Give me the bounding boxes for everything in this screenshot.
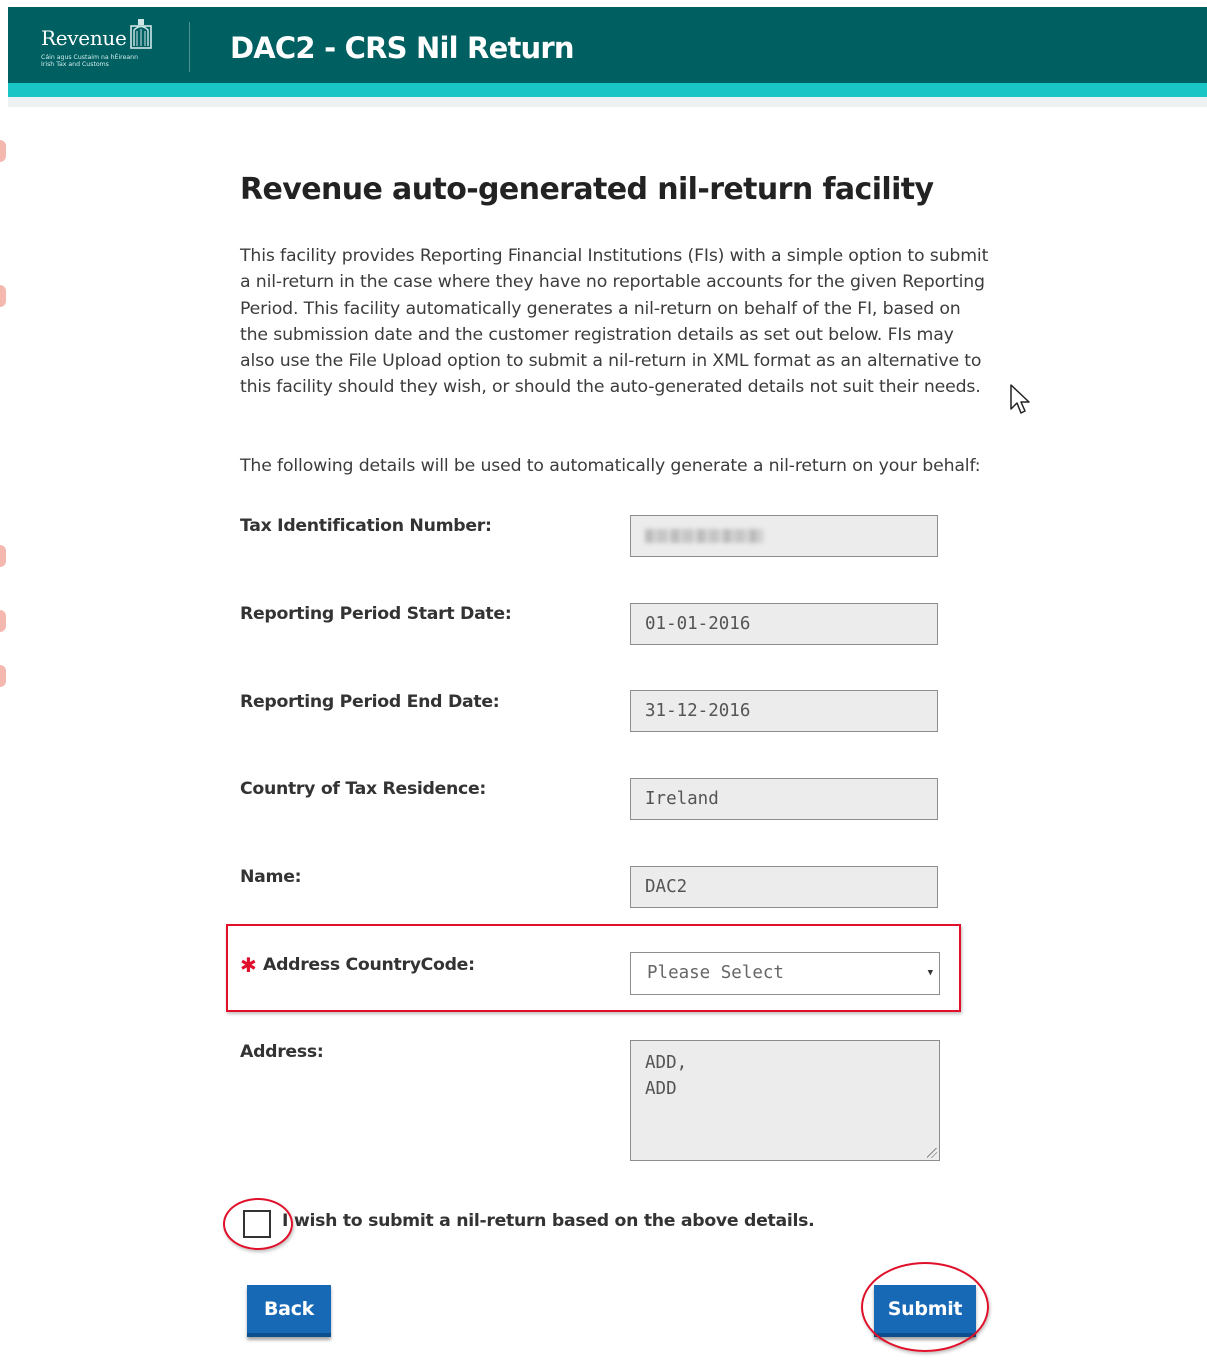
- name-label: Name:: [240, 867, 302, 887]
- logo-subtitle-irish: Cáin agus Custaim na hÉireann: [41, 54, 139, 61]
- required-asterisk-icon: ✱: [240, 953, 257, 977]
- logo-wordmark: Revenue: [41, 26, 127, 50]
- intro-paragraph: This facility provides Reporting Financi…: [240, 246, 989, 398]
- address-line-1: ADD,: [645, 1053, 688, 1073]
- start-date-label: Reporting Period Start Date:: [240, 604, 512, 624]
- page: Revenue Cáin agus Custaim na hÉireann Ir…: [0, 0, 1207, 1364]
- edge-mark: [0, 665, 6, 687]
- mouse-cursor-icon: [1010, 384, 1030, 414]
- back-button[interactable]: Back: [247, 1285, 331, 1337]
- edge-mark: [0, 610, 6, 632]
- details-intro: The following details will be used to au…: [240, 456, 981, 476]
- edge-mark: [0, 140, 6, 162]
- app-title: DAC2 - CRS Nil Return: [230, 31, 575, 65]
- address-country-select[interactable]: Please Select ▼: [630, 952, 940, 995]
- tin-label: Tax Identification Number:: [240, 516, 492, 536]
- page-title: Revenue auto-generated nil-return facili…: [240, 172, 934, 207]
- logo-subtitle: Cáin agus Custaim na hÉireann Irish Tax …: [41, 54, 138, 68]
- redacted-tin-value: [645, 529, 763, 543]
- submit-annotation: [861, 1262, 989, 1352]
- start-date-field: 01-01-2016: [630, 603, 938, 645]
- address-label: Address:: [240, 1042, 324, 1062]
- harp-crest-icon: [130, 19, 152, 49]
- address-textarea: ADD, ADD: [630, 1040, 940, 1161]
- country-residence-label: Country of Tax Residence:: [240, 779, 487, 799]
- edge-mark: [0, 545, 6, 567]
- edge-mark: [0, 285, 6, 307]
- header-shadow: [8, 97, 1207, 107]
- confirm-label: I wish to submit a nil-return based on t…: [282, 1211, 815, 1231]
- dropdown-arrow-icon: ▼: [927, 968, 933, 978]
- site-header: Revenue Cáin agus Custaim na hÉireann Ir…: [8, 7, 1207, 83]
- end-date-label: Reporting Period End Date:: [240, 692, 500, 712]
- address-country-label: Address CountryCode:: [263, 955, 475, 975]
- select-value: Please Select: [647, 963, 784, 983]
- tin-field: [630, 515, 938, 557]
- name-field: DAC2: [630, 866, 938, 908]
- country-residence-field: Ireland: [630, 778, 938, 820]
- logo-subtitle-english: Irish Tax and Customs: [41, 61, 109, 68]
- end-date-field: 31-12-2016: [630, 690, 938, 732]
- header-accent-bar: [8, 83, 1207, 97]
- header-divider: [189, 22, 190, 72]
- address-line-2: ADD: [645, 1079, 677, 1099]
- resize-grip-icon[interactable]: [927, 1148, 937, 1158]
- revenue-logo[interactable]: Revenue Cáin agus Custaim na hÉireann Ir…: [32, 12, 162, 74]
